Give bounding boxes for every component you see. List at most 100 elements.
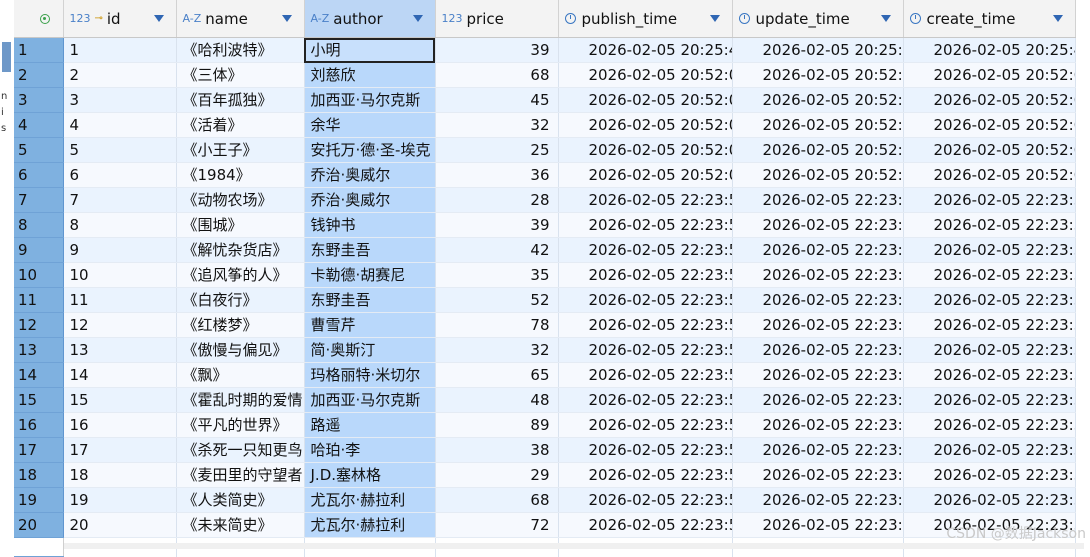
cell-author[interactable]: 乔治·奥威尔: [304, 187, 436, 213]
row-number-cell[interactable]: 15: [14, 387, 64, 413]
row-number-cell[interactable]: 18: [14, 462, 64, 488]
table-row[interactable]: 7 7 《动物农场》 乔治·奥威尔 28 2026-02-05 22:23:54 2026-…: [14, 187, 1076, 213]
cell-author[interactable]: 乔治·奥威尔: [304, 162, 436, 188]
cell-price[interactable]: 39: [435, 37, 559, 63]
cell-create-time[interactable]: 2026-02-05 22:23:54: [903, 412, 1076, 438]
table-row[interactable]: 19 19 《人类简史》 尤瓦尔·赫拉利 68 2026-02-05 22:23:54 20…: [14, 487, 1076, 513]
cell-author[interactable]: 曹雪芹: [304, 312, 436, 338]
cell-update-time[interactable]: 2026-02-05 22:23:54: [732, 287, 904, 313]
cell-id[interactable]: 19: [63, 487, 177, 513]
cell-author[interactable]: 安托万·德·圣-埃克: [304, 137, 436, 163]
cell-publish-time[interactable]: 2026-02-05 20:52:07: [558, 137, 733, 163]
cell-author[interactable]: 余华: [304, 112, 436, 138]
cell-id[interactable]: 12: [63, 312, 177, 338]
cell-id[interactable]: 9: [63, 237, 177, 263]
cell-create-time[interactable]: 2026-02-05 22:23:54: [903, 262, 1076, 288]
row-number-cell[interactable]: 8: [14, 212, 64, 238]
cell-author[interactable]: 加西亚·马尔克斯: [304, 387, 436, 413]
cell-price[interactable]: 36: [435, 162, 559, 188]
cell-name[interactable]: 《平凡的世界》: [176, 412, 305, 438]
table-row[interactable]: 4 4 《活着》 余华 32 2026-02-05 20:52:07 2026-02-05 …: [14, 112, 1076, 138]
cell-update-time[interactable]: 2026-02-05 22:23:54: [732, 387, 904, 413]
cell-create-time[interactable]: 2026-02-05 22:23:54: [903, 187, 1076, 213]
table-row[interactable]: 9 9 《解忧杂货店》 东野圭吾 42 2026-02-05 22:23:54 2026-0…: [14, 237, 1076, 263]
cell-publish-time[interactable]: 2026-02-05 20:52:07: [558, 62, 733, 88]
cell-author[interactable]: 刘慈欣: [304, 62, 436, 88]
cell-create-time[interactable]: 2026-02-05 22:23:54: [903, 437, 1076, 463]
cell-update-time[interactable]: 2026-02-05 22:23:54: [732, 212, 904, 238]
cell-id[interactable]: 20: [63, 512, 177, 538]
cell-name[interactable]: 《人类简史》: [176, 487, 305, 513]
cell-update-time[interactable]: 2026-02-05 22:23:54: [732, 437, 904, 463]
cell-name[interactable]: 《飘》: [176, 362, 305, 388]
table-row[interactable]: 14 14 《飘》 玛格丽特·米切尔 65 2026-02-05 22:23:54 2026…: [14, 362, 1076, 388]
cell-create-time[interactable]: 2026-02-05 22:23:54: [903, 237, 1076, 263]
table-row[interactable]: 8 8 《围城》 钱钟书 39 2026-02-05 22:23:54 2026-02-05…: [14, 212, 1076, 238]
cell-author[interactable]: 简·奥斯汀: [304, 337, 436, 363]
row-number-cell[interactable]: 2: [14, 62, 64, 88]
cell-author[interactable]: 尤瓦尔·赫拉利: [304, 512, 436, 538]
cell-publish-time[interactable]: 2026-02-05 22:23:54: [558, 412, 733, 438]
cell-create-time[interactable]: 2026-02-05 22:23:54: [903, 337, 1076, 363]
table-row[interactable]: 16 16 《平凡的世界》 路遥 89 2026-02-05 22:23:54 2026-0…: [14, 412, 1076, 438]
cell-author[interactable]: 东野圭吾: [304, 237, 436, 263]
column-header-name[interactable]: A-Z name: [176, 0, 305, 38]
cell-update-time[interactable]: 2026-02-05 22:23:54: [732, 262, 904, 288]
cell-publish-time[interactable]: 2026-02-05 20:52:07: [558, 162, 733, 188]
cell-id[interactable]: 6: [63, 162, 177, 188]
cell-author[interactable]: 卡勒德·胡赛尼: [304, 262, 436, 288]
cell-id[interactable]: 5: [63, 137, 177, 163]
table-row[interactable]: 3 3 《百年孤独》 加西亚·马尔克斯 45 2026-02-05 20:52:07 202…: [14, 87, 1076, 113]
cell-update-time[interactable]: 2026-02-05 20:25:48: [732, 37, 904, 63]
table-row[interactable]: 18 18 《麦田里的守望者 J.D.塞林格 29 2026-02-05 22:23:54…: [14, 462, 1076, 488]
cell-price[interactable]: 32: [435, 112, 559, 138]
row-number-cell[interactable]: 1: [14, 37, 64, 63]
cell-author[interactable]: 加西亚·马尔克斯: [304, 87, 436, 113]
cell-id[interactable]: 8: [63, 212, 177, 238]
record-radio-icon[interactable]: [40, 13, 50, 24]
cell-name[interactable]: 《小王子》: [176, 137, 305, 163]
cell-name[interactable]: 《白夜行》: [176, 287, 305, 313]
column-filter-dropdown-icon[interactable]: [153, 15, 164, 22]
table-row[interactable]: 20 20 《未来简史》 尤瓦尔·赫拉利 72 2026-02-05 22:23:54 20…: [14, 512, 1076, 538]
cell-price[interactable]: 78: [435, 312, 559, 338]
cell-author[interactable]: 尤瓦尔·赫拉利: [304, 487, 436, 513]
table-row[interactable]: 11 11 《白夜行》 东野圭吾 52 2026-02-05 22:23:54 2026-0…: [14, 287, 1076, 313]
row-number-cell[interactable]: 10: [14, 262, 64, 288]
cell-price[interactable]: 68: [435, 62, 559, 88]
cell-price[interactable]: 68: [435, 487, 559, 513]
cell-publish-time[interactable]: 2026-02-05 22:23:54: [558, 212, 733, 238]
cell-name[interactable]: 《活着》: [176, 112, 305, 138]
row-number-cell[interactable]: 4: [14, 112, 64, 138]
cell-publish-time[interactable]: 2026-02-05 22:23:54: [558, 287, 733, 313]
table-row[interactable]: 1 1 《哈利波特》 小明 39 2026-02-05 20:25:48 2026-02-0…: [14, 37, 1076, 63]
cell-create-time[interactable]: 2026-02-05 22:23:54: [903, 462, 1076, 488]
column-filter-dropdown-icon[interactable]: [709, 15, 720, 22]
cell-price[interactable]: 28: [435, 187, 559, 213]
row-number-cell[interactable]: 12: [14, 312, 64, 338]
cell-publish-time[interactable]: 2026-02-05 22:23:54: [558, 337, 733, 363]
cell-name[interactable]: 《哈利波特》: [176, 37, 305, 63]
cell-create-time[interactable]: 2026-02-05 20:52:07: [903, 162, 1076, 188]
cell-name[interactable]: 《动物农场》: [176, 187, 305, 213]
cell-name[interactable]: 《百年孤独》: [176, 87, 305, 113]
row-number-cell[interactable]: 17: [14, 437, 64, 463]
cell-id[interactable]: 7: [63, 187, 177, 213]
cell-price[interactable]: 72: [435, 512, 559, 538]
cell-create-time[interactable]: 2026-02-05 20:52:07: [903, 62, 1076, 88]
cell-price[interactable]: 35: [435, 262, 559, 288]
cell-create-time[interactable]: 2026-02-05 22:23:54: [903, 387, 1076, 413]
cell-id[interactable]: 14: [63, 362, 177, 388]
cell-author[interactable]: 路遥: [304, 412, 436, 438]
cell-name[interactable]: 《傲慢与偏见》: [176, 337, 305, 363]
cell-price[interactable]: 89: [435, 412, 559, 438]
cell-price[interactable]: 52: [435, 287, 559, 313]
cell-id[interactable]: 1: [63, 37, 177, 63]
column-header-create-time[interactable]: create_time: [903, 0, 1076, 38]
row-number-cell[interactable]: 11: [14, 287, 64, 313]
cell-publish-time[interactable]: 2026-02-05 20:25:48: [558, 37, 733, 63]
cell-update-time[interactable]: 2026-02-05 22:23:54: [732, 512, 904, 538]
select-all-corner[interactable]: [14, 0, 64, 38]
cell-price[interactable]: 45: [435, 87, 559, 113]
cell-update-time[interactable]: 2026-02-05 22:23:54: [732, 487, 904, 513]
